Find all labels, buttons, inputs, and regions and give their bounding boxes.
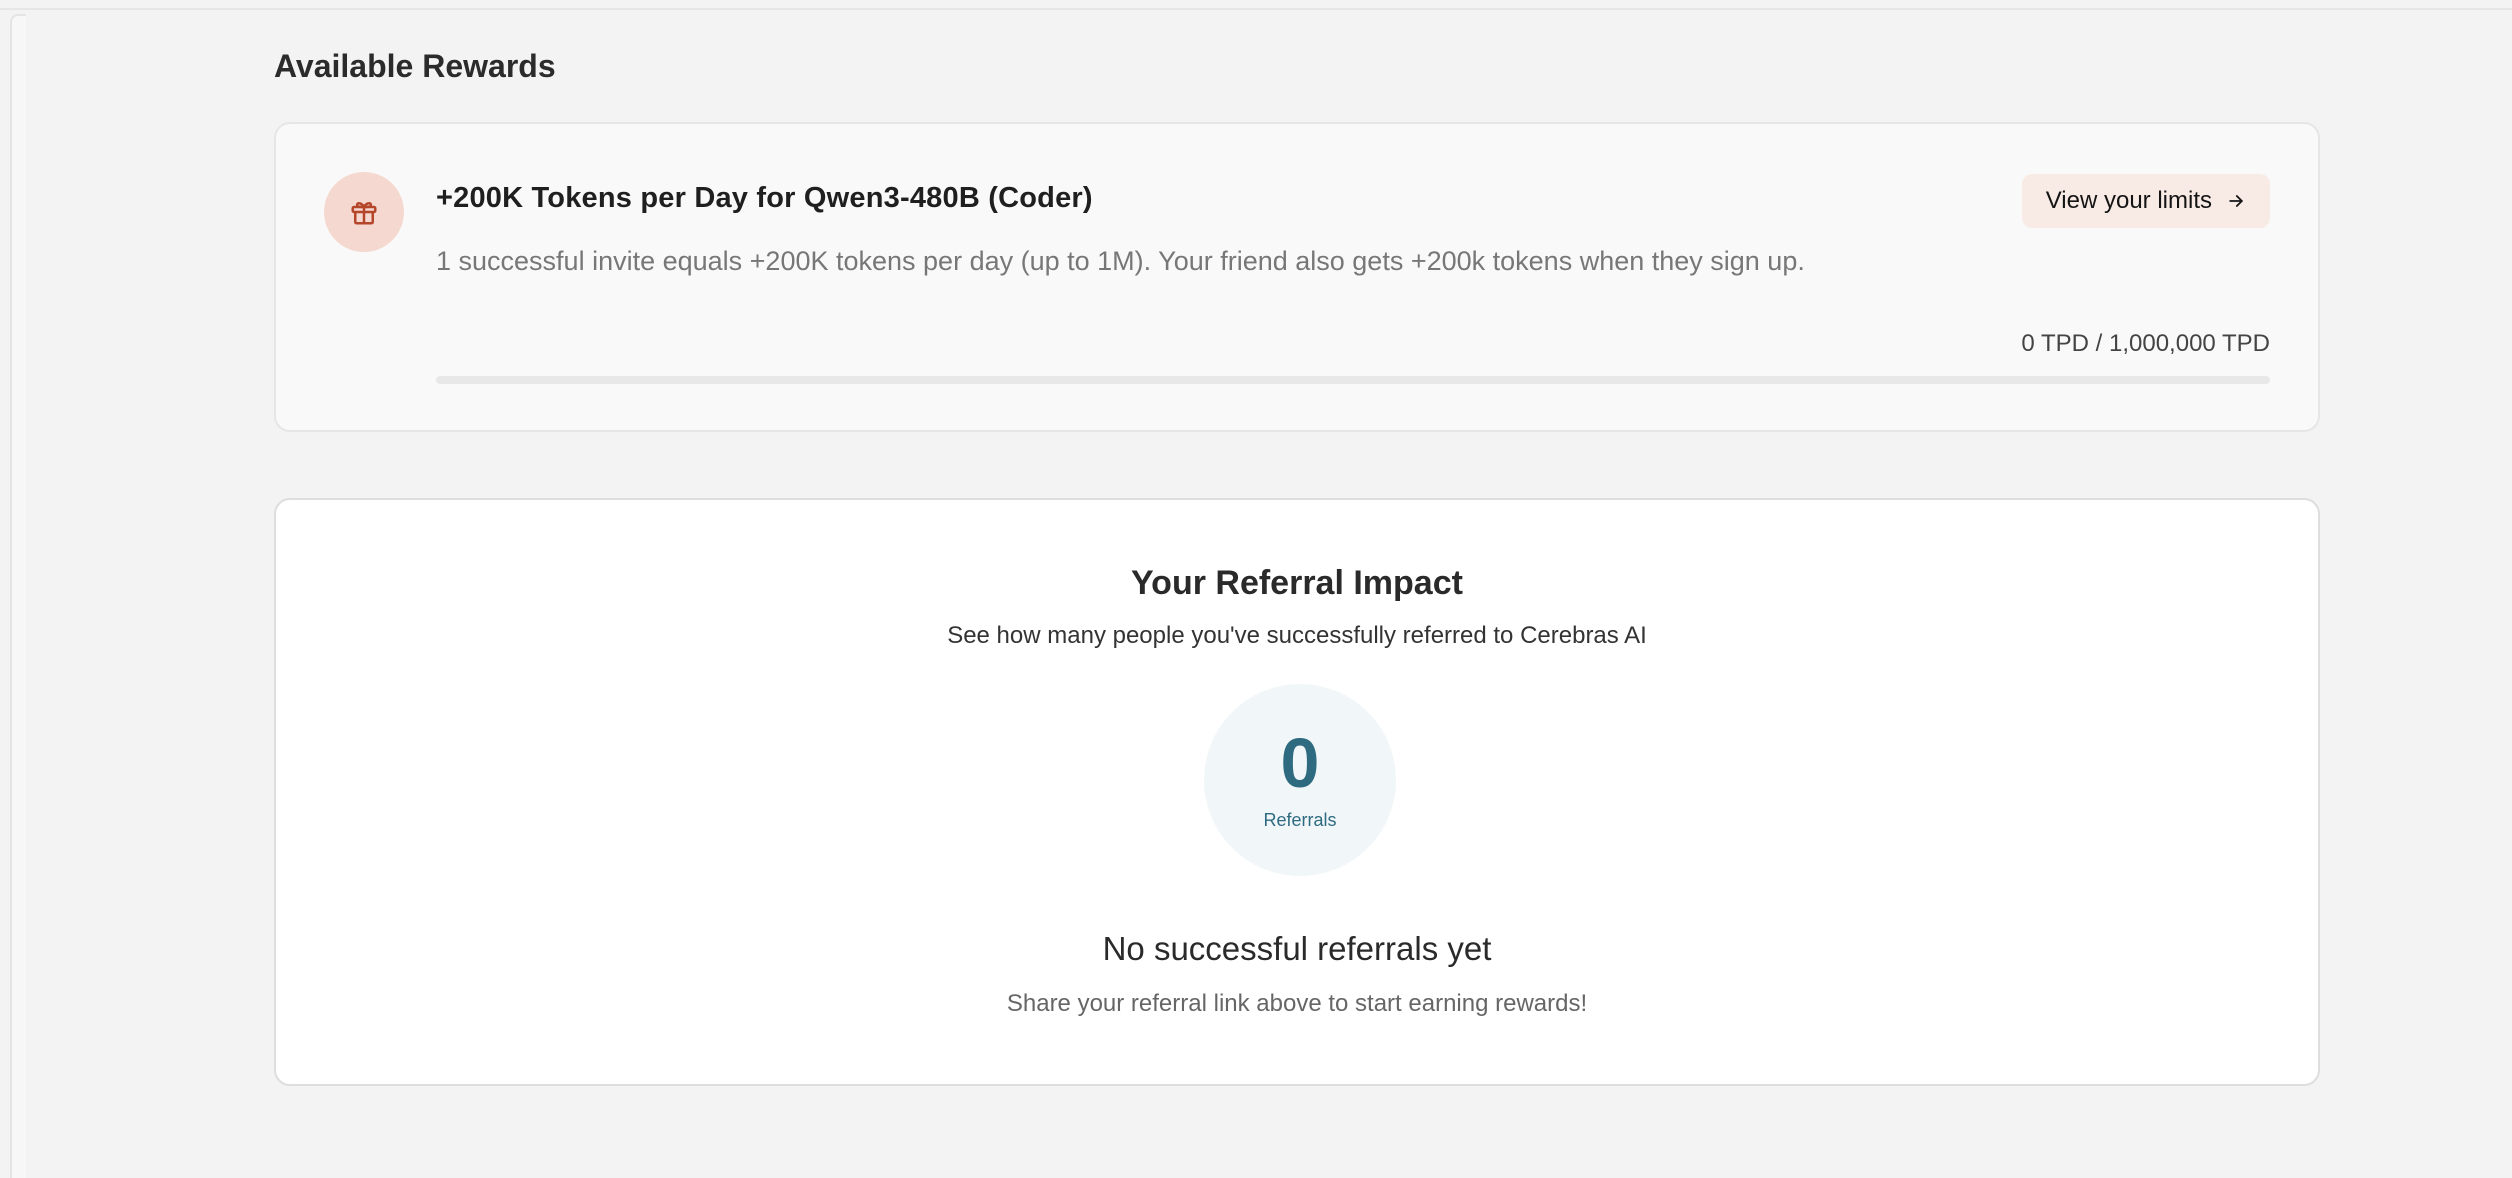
view-limits-label: View your limits: [2045, 187, 2212, 214]
gift-badge: [324, 172, 404, 252]
empty-state-subtitle: Share your referral link above to start …: [1006, 990, 1588, 1017]
view-limits-button[interactable]: View your limits: [2021, 174, 2270, 228]
empty-state-title: No successful referrals yet: [1102, 930, 1492, 967]
top-divider: [0, 8, 2512, 10]
reward-title: +200K Tokens per Day for Qwen3-480B (Cod…: [436, 182, 1093, 214]
token-progress-bar: [436, 376, 2270, 384]
impact-title: Your Referral Impact: [1131, 564, 1463, 602]
referral-count-label: Referrals: [1263, 810, 1337, 830]
referral-impact-card: Your Referral Impact See how many people…: [274, 498, 2320, 1086]
arrow-right-icon: [2229, 195, 2243, 207]
reward-description: 1 successful invite equals +200K tokens …: [436, 246, 1805, 276]
available-rewards-title: Available Rewards: [274, 48, 556, 84]
referral-count-circle: 0 Referrals: [1204, 684, 1396, 876]
gift-icon: [351, 201, 377, 225]
left-panel-edge: [10, 14, 26, 1178]
reward-card: +200K Tokens per Day for Qwen3-480B (Cod…: [274, 122, 2320, 432]
progress-label: 0 TPD / 1,000,000 TPD: [2021, 330, 2270, 357]
referral-count: 0: [1280, 724, 1320, 802]
impact-subtitle: See how many people you've successfully …: [947, 622, 1647, 649]
page: Available Rewards +200K Tokens per Day f…: [0, 0, 2512, 1178]
